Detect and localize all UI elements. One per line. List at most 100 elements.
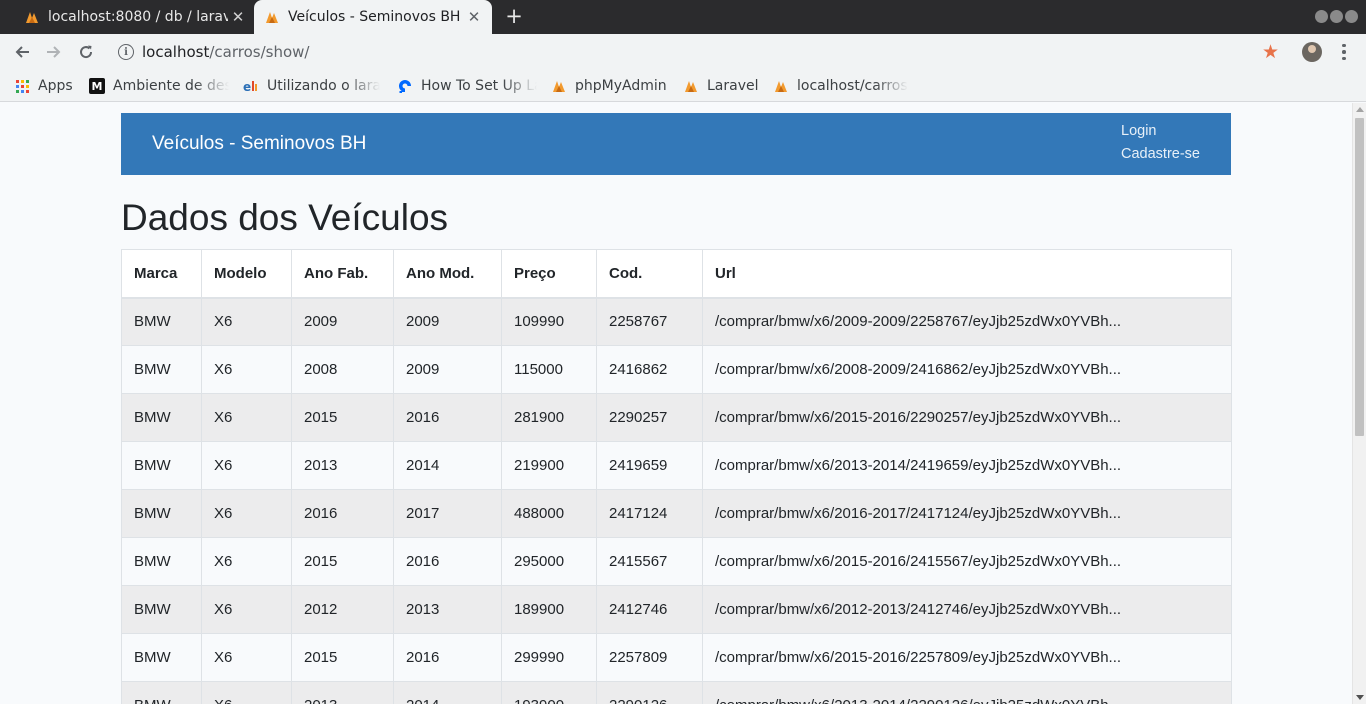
cell-preco: 189900 [501,585,597,634]
cell-marca: BMW [121,393,202,442]
bookmark-localhost-carros[interactable]: localhost/carros [773,76,913,96]
close-tab-icon[interactable]: ✕ [228,7,248,27]
cell-ano-fab: 2015 [291,393,394,442]
cell-ano-mod: 2016 [393,537,502,586]
cell-cod: 2258767 [596,297,703,346]
cell-preco: 109990 [501,297,597,346]
new-tab-icon[interactable]: + [503,4,525,28]
tab-strip: localhost:8080 / db / laravel ✕ Veículos… [0,0,1366,34]
cell-ano-mod: 2014 [393,681,502,704]
bookmark-label: phpMyAdmin [575,78,667,94]
cell-preco: 295000 [501,537,597,586]
minimize-icon[interactable] [1315,10,1328,23]
cell-marca: BMW [121,633,202,682]
cell-ano-mod: 2016 [393,393,502,442]
medium-icon: M [89,78,105,94]
cell-marca: BMW [121,681,202,704]
profile-avatar[interactable] [1302,42,1322,62]
cell-marca: BMW [121,345,202,394]
cell-url: /comprar/bmw/x6/2016-2017/2417124/eyJjb2… [702,489,1232,538]
tab-phpmyadmin[interactable]: localhost:8080 / db / laravel ✕ [12,0,256,34]
page-scrollbar[interactable] [1352,103,1366,704]
bookmark-apps[interactable]: Apps [14,76,73,96]
cell-preco: 299990 [501,633,597,682]
browser-toolbar: i localhost/carros/show/ ★ [0,34,1366,70]
site-info-icon[interactable]: i [118,44,134,60]
window-controls [1315,10,1358,23]
bookmark-ambiente[interactable]: M Ambiente de desenvolvimento [89,76,229,96]
cell-url: /comprar/bmw/x6/2009-2009/2258767/eyJjb2… [702,297,1232,346]
table-body: BMW X6 2009 2009 109990 2258767/comprar/bmw/x… [121,297,1232,704]
cell-ano-mod: 2016 [393,633,502,682]
reload-icon[interactable] [74,40,98,64]
cell-preco: 115000 [501,345,597,394]
cell-url: /comprar/bmw/x6/2008-2009/2416862/eyJjb2… [702,345,1232,394]
cell-modelo: X6 [201,345,292,394]
phpmyadmin-icon [553,81,565,92]
digitalocean-icon [397,78,413,94]
column-header-preco: Preço [501,249,597,299]
cell-cod: 2416862 [596,345,703,394]
cell-ano-mod: 2017 [393,489,502,538]
table-row: BMW X6 2012 2013 189900 2412746/comprar/bmw/x… [121,585,1232,634]
column-header-url: Url [702,249,1232,299]
table-row: BMW X6 2008 2009 115000 2416862/comprar/bmw/x… [121,345,1232,394]
table-row: BMW X6 2015 2016 281900 2290257/comprar/bmw/x… [121,393,1232,442]
bookmark-laravel[interactable]: Laravel [683,76,759,96]
maximize-icon[interactable] [1330,10,1343,23]
phpmyadmin-icon [685,81,697,92]
column-header-ano-fab: Ano Fab. [291,249,394,299]
cell-url: /comprar/bmw/x6/2013-2014/2290126/eyJjb2… [702,681,1232,704]
navbar-brand[interactable]: Veículos - Seminovos BH [152,133,366,155]
bookmark-label: Utilizando o laravel [267,78,380,94]
bookmark-utilizando[interactable]: e Utilizando o laravel [243,76,380,96]
cell-ano-fab: 2016 [291,489,394,538]
cell-modelo: X6 [201,633,292,682]
table-row: BMW X6 2016 2017 488000 2417124/comprar/bmw/x… [121,489,1232,538]
vehicles-table: Marca Modelo Ano Fab. Ano Mod. Preço Cod… [121,249,1232,704]
back-arrow-icon[interactable] [10,40,34,64]
page-viewport: Veículos - Seminovos BH Login Cadastre-s… [0,103,1352,704]
scrollbar-thumb[interactable] [1355,118,1364,436]
cell-ano-mod: 2014 [393,441,502,490]
address-bar[interactable]: localhost/carros/show/ [142,43,309,61]
table-row: BMW X6 2015 2016 295000 2415567/comprar/bmw/x… [121,537,1232,586]
cell-ano-mod: 2009 [393,345,502,394]
cell-preco: 219900 [501,441,597,490]
scroll-up-arrow-icon[interactable] [1356,107,1364,112]
cell-marca: BMW [121,585,202,634]
page-title: Dados dos Veículos [121,197,449,238]
login-link[interactable]: Login [1121,123,1156,139]
table-header-row: Marca Modelo Ano Fab. Ano Mod. Preço Cod… [121,249,1232,299]
cell-url: /comprar/bmw/x6/2013-2014/2419659/eyJjb2… [702,441,1232,490]
menu-kebab-icon[interactable] [1336,42,1352,62]
cell-url: /comprar/bmw/x6/2015-2016/2257809/eyJjb2… [702,633,1232,682]
svg-text:e: e [243,80,251,94]
close-window-icon[interactable] [1345,10,1358,23]
cell-ano-mod: 2013 [393,585,502,634]
bookmark-label: Laravel [707,78,759,94]
close-tab-icon[interactable]: ✕ [464,7,484,27]
bookmark-star-icon[interactable]: ★ [1262,41,1279,63]
cell-marca: BMW [121,441,202,490]
site-navbar: Veículos - Seminovos BH Login Cadastre-s… [121,113,1231,175]
phpmyadmin-icon [775,81,787,92]
cell-url: /comprar/bmw/x6/2012-2013/2412746/eyJjb2… [702,585,1232,634]
tab-title: localhost:8080 / db / laravel [48,9,228,25]
scroll-down-arrow-icon[interactable] [1356,695,1364,700]
bookmark-phpmyadmin[interactable]: phpMyAdmin [551,76,667,96]
cell-modelo: X6 [201,537,292,586]
bookmark-label: Apps [38,78,73,94]
cell-preco: 488000 [501,489,597,538]
cell-modelo: X6 [201,297,292,346]
tab-veiculos[interactable]: Veículos - Seminovos BH ✕ [254,0,492,34]
cell-ano-fab: 2013 [291,681,394,704]
phpmyadmin-icon [266,12,278,23]
cell-cod: 2290257 [596,393,703,442]
register-link[interactable]: Cadastre-se [1121,146,1200,162]
bookmark-how-to[interactable]: How To Set Up Laravel [397,76,537,96]
table-row: BMW X6 2013 2014 219900 2419659/comprar/bmw/x… [121,441,1232,490]
column-header-marca: Marca [121,249,202,299]
tab-title: Veículos - Seminovos BH [288,9,461,25]
forward-arrow-icon[interactable] [42,40,66,64]
